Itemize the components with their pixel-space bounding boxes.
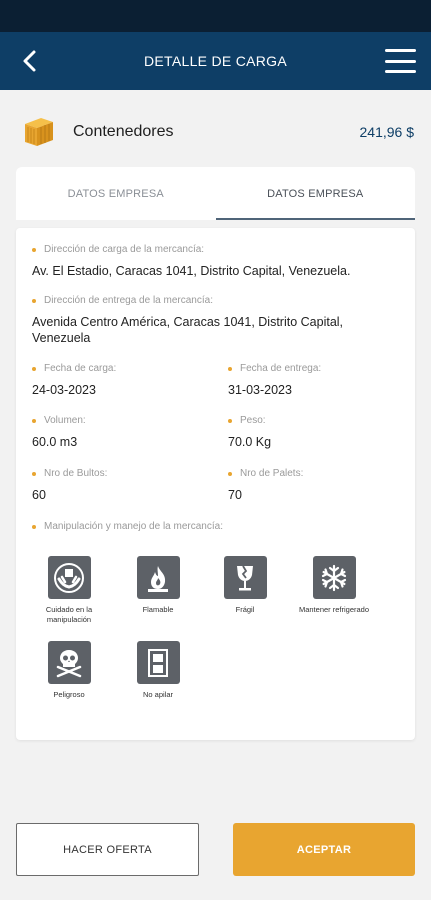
back-button[interactable] [18,49,42,73]
fragile-glass-icon [237,565,253,590]
accept-button[interactable]: ACEPTAR [233,823,415,876]
weight-field: Peso: 70.0 Kg [228,415,271,450]
menu-button[interactable] [385,49,416,73]
pallets-field: Nro de Palets: 70 [228,468,303,503]
handling-item-dangerous: Peligroso [24,641,114,700]
handling-item-care: Cuidado en la manipulación [24,556,114,625]
hamburger-menu-icon [385,49,416,52]
cargo-summary: Contenedores 241,96 $ [22,114,414,150]
handling-item-no-stack: No apilar [113,641,203,700]
handling-field: Manipulación y manejo de la mercancía: [32,521,223,532]
volume-value: 60.0 m3 [32,435,78,449]
handling-label-no-stack: No apilar [142,690,173,699]
handling-label-dangerous: Peligroso [53,690,85,699]
handling-item-flammable: Flamable [113,556,203,615]
pickup-date-value: 24-03-2023 [32,383,96,397]
pickup-address-label: Dirección de carga de la mercancía: [32,244,402,255]
cargo-type: Contenedores [73,123,174,140]
tab-datos-empresa-2[interactable]: DATOS EMPRESA [215,167,416,220]
chevron-left-icon [23,50,36,72]
handling-item-refrigerated: Mantener refrigerado [289,556,379,615]
flame-icon [148,565,168,592]
pickup-address-field: Dirección de carga de la mercancía: Av. … [32,244,402,279]
page-title: DETALLE DE CARGA [143,53,288,69]
delivery-address-value: Avenida Centro América, Caracas 1041, Di… [32,315,344,345]
delivery-date-value: 31-03-2023 [228,383,292,397]
delivery-date-label: Fecha de entrega: [228,363,321,374]
handling-item-fragile: Frágil [200,556,290,615]
delivery-address-label: Dirección de entrega de la mercancía: [32,295,392,306]
pickup-date-label: Fecha de carga: [32,363,116,374]
delivery-date-field: Fecha de entrega: 31-03-2023 [228,363,321,398]
pallets-value: 70 [228,488,242,502]
packages-field: Nro de Bultos: 60 [32,468,107,503]
weight-label: Peso: [228,415,271,426]
skull-crossbones-icon [56,649,82,677]
handling-label-refrigerated: Mantener refrigerado [298,605,370,614]
pickup-address-value: Av. El Estadio, Caracas 1041, Distrito C… [32,264,351,278]
handling-label-care: Cuidado en la manipulación [45,605,93,624]
make-offer-button[interactable]: HACER OFERTA [16,823,199,876]
tab-datos-empresa-1[interactable]: DATOS EMPRESA [16,167,216,220]
handling-label: Manipulación y manejo de la mercancía: [32,521,223,532]
cargo-price: 241,96 $ [359,124,415,140]
weight-value: 70.0 Kg [228,435,272,449]
delivery-address-field: Dirección de entrega de la mercancía: Av… [32,295,392,346]
packages-label: Nro de Bultos: [32,468,107,479]
details-card: Dirección de carga de la mercancía: Av. … [16,228,415,740]
no-stack-icon [148,648,168,677]
volume-label: Volumen: [32,415,86,426]
pickup-date-field: Fecha de carga: 24-03-2023 [32,363,116,398]
handling-label-fragile: Frágil [235,605,255,614]
snowflake-icon [321,564,347,591]
hands-care-icon [54,562,84,593]
container-box-icon [25,118,53,146]
status-bar [0,0,431,32]
tab-bar: DATOS EMPRESA DATOS EMPRESA [16,167,415,220]
app-header: DETALLE DE CARGA [0,32,431,90]
handling-label-flammable: Flamable [142,605,174,614]
pallets-label: Nro de Palets: [228,468,303,479]
volume-field: Volumen: 60.0 m3 [32,415,86,450]
packages-value: 60 [32,488,46,502]
